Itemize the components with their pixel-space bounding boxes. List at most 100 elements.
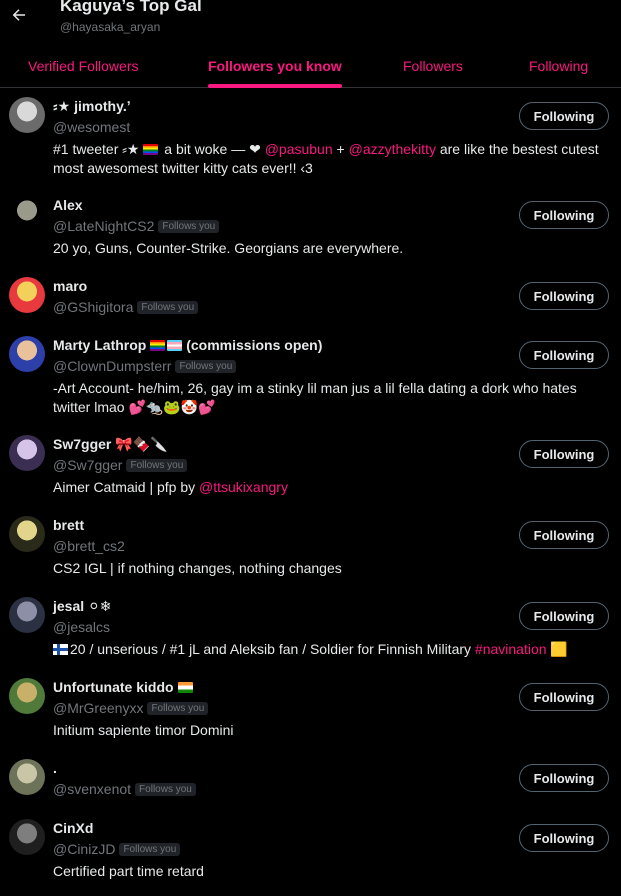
following-button[interactable]: Following: [519, 282, 609, 310]
avatar[interactable]: [9, 819, 45, 855]
user-row[interactable]: ⸗★ jimothy.ʼ @wesomest #1 tweeter ⸗★ a bit…: [0, 89, 621, 188]
user-display-name[interactable]: maro: [53, 278, 87, 294]
user-display-name[interactable]: .: [53, 760, 57, 776]
india-flag-icon: [177, 682, 193, 693]
bio-text: ❤: [249, 141, 261, 157]
display-name-text: Sw7gger: [53, 436, 112, 452]
user-display-name[interactable]: Sw7gger 🎀🍫🔪: [53, 436, 168, 453]
bio-text: Initium sapiente timor Domini: [53, 722, 234, 738]
handle-line: @CinizJD Follows you: [53, 841, 181, 857]
handle-line: @svenxenot Follows you: [53, 781, 196, 797]
trans-flag-icon: [167, 340, 183, 351]
user-display-name[interactable]: Unfortunate kiddo: [53, 679, 193, 695]
mention-link[interactable]: @azzythekitty: [349, 141, 436, 157]
user-display-name[interactable]: Alex: [53, 197, 83, 213]
user-row[interactable]: Alex @LateNightCS2 Follows you 20 yo, Guns,…: [0, 188, 621, 269]
avatar[interactable]: [9, 516, 45, 552]
tab-followers[interactable]: Followers: [403, 44, 463, 87]
user-bio: #1 tweeter ⸗★ a bit woke — ❤ @pasubun + …: [53, 140, 603, 178]
page-title: Kaguya’s Top Gal: [60, 0, 202, 15]
handle-line: @MrGreenyxx Follows you: [53, 700, 209, 716]
bio-text: 🟨: [546, 641, 568, 657]
bio-text: CS2 IGL | if nothing changes, nothing ch…: [53, 560, 342, 576]
mention-link[interactable]: @ttsukixangry: [199, 479, 288, 495]
follows-you-badge: Follows you: [135, 782, 196, 796]
following-button[interactable]: Following: [519, 602, 609, 630]
active-tab-indicator: [208, 84, 342, 88]
handle-line: @GShigitora Follows you: [53, 299, 199, 315]
user-row[interactable]: Marty Lathrop (commissions open) @ClownDu…: [0, 328, 621, 427]
user-row[interactable]: Unfortunate kiddo @MrGreenyxx Follows you I…: [0, 670, 621, 751]
handle-line: @LateNightCS2 Follows you: [53, 218, 220, 234]
avatar[interactable]: [9, 678, 45, 714]
avatar[interactable]: [9, 336, 45, 372]
following-button[interactable]: Following: [519, 102, 609, 130]
following-button[interactable]: Following: [519, 824, 609, 852]
user-display-name[interactable]: jesal ⚪❄: [53, 598, 112, 615]
tab-following[interactable]: Following: [529, 44, 588, 87]
display-name-text: ⸗★ jimothy.ʼ: [53, 98, 131, 114]
user-bio: -Art Account- he/him, 26, gay im a stink…: [53, 379, 603, 417]
tab-verified-followers[interactable]: Verified Followers: [28, 44, 139, 87]
bio-text: Aimer Catmaid | pfp by: [53, 479, 200, 495]
user-display-name[interactable]: Marty Lathrop (commissions open): [53, 337, 322, 353]
bio-text: a bit woke —: [160, 141, 250, 157]
user-display-name[interactable]: CinXd: [53, 820, 93, 836]
page-header: Kaguya’s Top Gal @hayasaka_aryan: [0, 0, 621, 40]
handle-line: @brett_cs2: [53, 538, 125, 554]
following-button[interactable]: Following: [519, 201, 609, 229]
user-handle[interactable]: @GShigitora: [53, 299, 133, 315]
user-handle[interactable]: @jesalcs: [53, 619, 110, 635]
follows-you-badge: Follows you: [119, 842, 181, 856]
display-name-text: .: [53, 760, 57, 776]
bio-text: 20 yo, Guns, Counter-Strike. Georgians a…: [53, 240, 404, 256]
following-button[interactable]: Following: [519, 440, 609, 468]
hashtag-link[interactable]: #navination: [475, 641, 547, 657]
follows-you-badge: Follows you: [137, 300, 199, 314]
finland-flag-icon: [53, 644, 68, 655]
user-handle[interactable]: @Sw7gger: [53, 457, 122, 473]
user-handle[interactable]: @MrGreenyxx: [53, 700, 143, 716]
tab-bar: Verified Followers Followers you know Fo…: [0, 44, 621, 88]
mention-link[interactable]: @pasubun: [265, 141, 333, 157]
user-handle[interactable]: @ClownDumpsterr: [53, 358, 171, 374]
following-button[interactable]: Following: [519, 521, 609, 549]
avatar[interactable]: [9, 435, 45, 471]
following-button[interactable]: Following: [519, 683, 609, 711]
user-display-name[interactable]: ⸗★ jimothy.ʼ: [53, 98, 131, 115]
user-row[interactable]: maro @GShigitora Follows you Following: [0, 269, 621, 328]
tab-label: Followers: [403, 57, 463, 74]
user-bio: 20 yo, Guns, Counter-Strike. Georgians a…: [53, 239, 603, 258]
display-name-text: Alex: [53, 197, 83, 213]
following-button[interactable]: Following: [519, 341, 609, 369]
avatar[interactable]: [9, 97, 45, 133]
user-row[interactable]: CinXd @CinizJD Follows you Certified part t…: [0, 811, 621, 888]
user-handle[interactable]: @wesomest: [53, 119, 130, 135]
handle-line: @jesalcs: [53, 619, 110, 635]
back-button[interactable]: [4, 0, 34, 30]
bio-text: +: [332, 141, 349, 157]
user-handle[interactable]: @LateNightCS2: [53, 218, 154, 234]
display-name-text: Unfortunate kiddo: [53, 679, 174, 695]
follows-you-badge: Follows you: [158, 219, 220, 233]
avatar[interactable]: [9, 759, 45, 795]
user-handle[interactable]: @CinizJD: [53, 841, 115, 857]
avatar[interactable]: [9, 196, 45, 232]
display-name-text: maro: [53, 278, 88, 294]
user-handle[interactable]: @brett_cs2: [53, 538, 125, 554]
user-handle[interactable]: @svenxenot: [53, 781, 131, 797]
avatar[interactable]: [9, 597, 45, 633]
user-display-name[interactable]: brett: [53, 517, 84, 533]
user-row[interactable]: . @svenxenot Follows you Following: [0, 751, 621, 811]
bio-text: 20 / unserious / #1 jL and Aleksib fan /…: [70, 641, 475, 657]
handle-line: @ClownDumpsterr Follows you: [53, 358, 237, 374]
display-name-suffix: 🎀🍫🔪: [111, 436, 168, 452]
avatar[interactable]: [9, 277, 45, 313]
user-row[interactable]: brett @brett_cs2 CS2 IGL | if nothing chan…: [0, 508, 621, 589]
tab-followers-you-know[interactable]: Followers you know: [208, 44, 342, 88]
user-row[interactable]: jesal ⚪❄ @jesalcs 20 / unserious / #1 jL a…: [0, 589, 621, 670]
user-row[interactable]: Sw7gger 🎀🍫🔪 @Sw7gger Follows you Aimer Catm…: [0, 427, 621, 508]
display-name-suffix: (commissions open): [182, 337, 323, 353]
following-button[interactable]: Following: [519, 764, 609, 792]
handle-line: @wesomest: [53, 119, 130, 135]
